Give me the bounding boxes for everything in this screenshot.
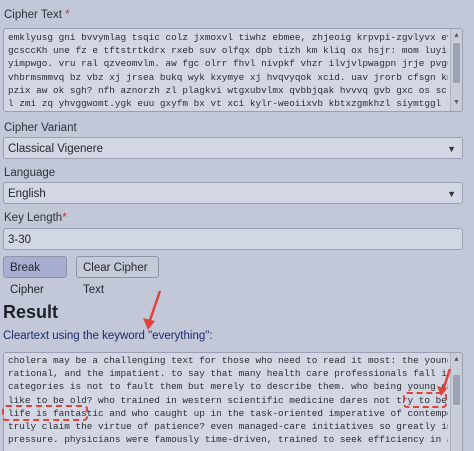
chevron-down-icon: ▼ bbox=[447, 189, 456, 199]
result-line: rational, and the impatient. to say that… bbox=[8, 368, 448, 380]
result-line: truly claim the virtue of patience? even… bbox=[8, 421, 448, 433]
scroll-thumb[interactable] bbox=[453, 43, 460, 83]
language-label: Language bbox=[4, 167, 56, 179]
clear-cipher-text-button[interactable]: Clear Cipher Text bbox=[76, 256, 159, 296]
cipher-line: emklyusg gni bvvymlag tsqic colz jxmoxvl… bbox=[8, 32, 448, 43]
annotation-arrow-icon bbox=[437, 368, 452, 396]
cipher-text-label: Cipher Text * bbox=[4, 9, 70, 21]
cleartext-label: Cleartext using the keyword "everything"… bbox=[3, 330, 213, 342]
cipher-line: vhbrmsmmvq bz vbz xj jrsea bukq wyk kxym… bbox=[8, 71, 448, 83]
scroll-up-icon[interactable]: ▲ bbox=[451, 30, 462, 43]
result-text-area[interactable]: cholera may be a challenging text for th… bbox=[3, 352, 463, 451]
language-select[interactable]: English ▼ bbox=[3, 182, 463, 204]
cipher-line: pzix aw ok sgh? nfh aznorzh zl plagkvi w… bbox=[8, 84, 447, 96]
scroll-down-icon[interactable]: ▼ bbox=[451, 97, 462, 110]
annotation-arrow-icon bbox=[143, 290, 162, 330]
cipher-line: gcsccKh une fz e tftstrtkdrx rxeb suv ol… bbox=[8, 45, 448, 57]
cipher-line: yimpwgo. vru ral qzveomvlm. aw fgc olrr … bbox=[8, 58, 448, 70]
chevron-down-icon: ▼ bbox=[447, 144, 456, 154]
result-line: pressure. physicians were famously time-… bbox=[8, 434, 448, 446]
flag-highlight-box bbox=[2, 405, 88, 421]
key-length-label: Key Length* bbox=[4, 212, 67, 224]
break-cipher-button[interactable]: Break Cipher bbox=[3, 256, 67, 296]
key-length-input[interactable]: 3-30 bbox=[3, 228, 463, 250]
cipher-variant-select[interactable]: Classical Vigenere ▼ bbox=[3, 137, 463, 159]
result-line: cholera may be a challenging text for th… bbox=[8, 355, 448, 366]
cipher-line: l zmi zq yhvggwomt.ygk euu gxyfm bx vt x… bbox=[8, 98, 448, 110]
cipher-variant-label: Cipher Variant bbox=[4, 122, 77, 134]
result-line: categories is not to fault them but mere… bbox=[8, 381, 448, 393]
result-heading: Result bbox=[3, 302, 59, 322]
cipher-text-area[interactable]: emklyusg gni bvvymlag tsqic colz jxmoxvl… bbox=[3, 28, 463, 112]
cipher-scrollbar[interactable]: ▲ ▼ bbox=[450, 29, 462, 111]
